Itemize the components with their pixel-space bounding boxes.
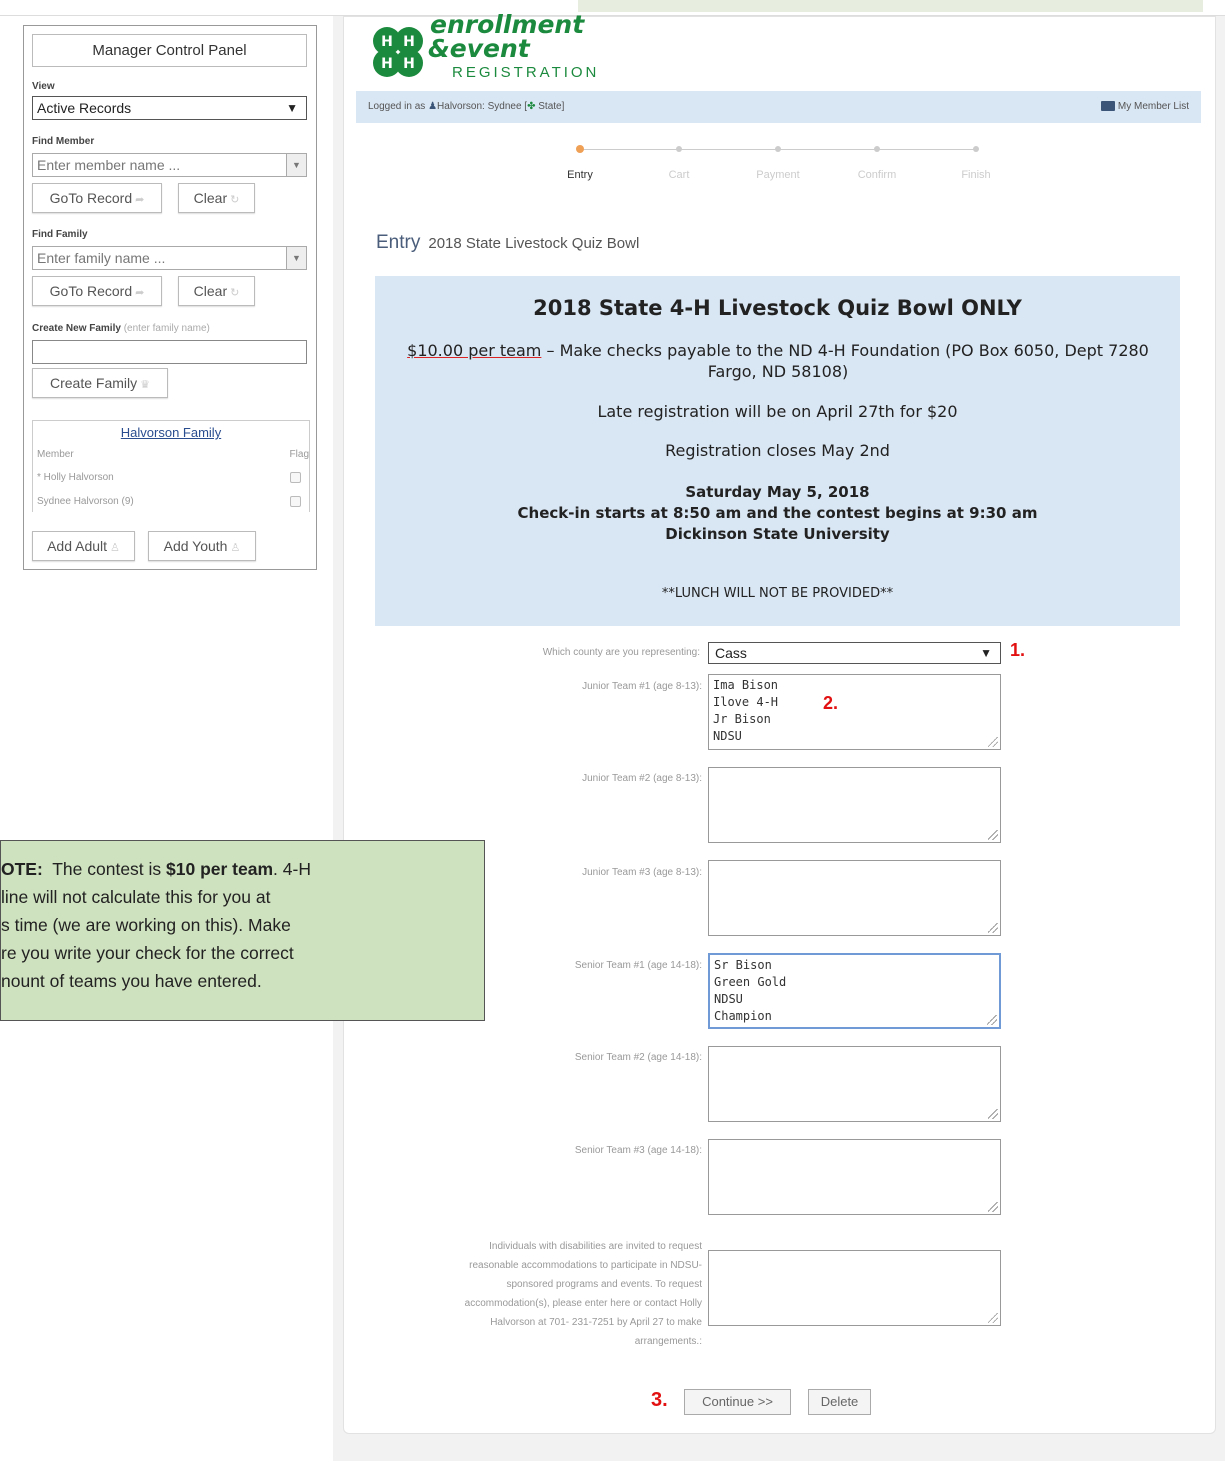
login-bar: Logged in as ♟Halvorson: Sydnee [✤ State… [356, 91, 1201, 123]
junior-team-2-textarea[interactable] [708, 767, 1001, 843]
clear-family-button[interactable]: Clear ↻ [178, 276, 255, 306]
senior-team-3-label: Senior Team #3 (age 14-18): [574, 1145, 702, 1156]
senior-team-1-textarea[interactable]: Sr Bison Green Gold NDSU Champion [708, 953, 1001, 1029]
find-family-label: Find Family [32, 229, 88, 240]
four-h-clover-icon: HH HH [373, 27, 423, 77]
my-member-list-link[interactable]: My Member List [1100, 91, 1189, 123]
late-registration: Late registration will be on April 27th … [597, 402, 958, 421]
progress-steps: Entry Cart Payment Confirm Finish [567, 145, 991, 189]
dropdown-arrow-icon: ▼ [980, 646, 992, 660]
lunch-notice: **LUNCH WILL NOT BE PROVIDED** [661, 586, 894, 601]
id-card-icon [1100, 101, 1115, 112]
create-family-input[interactable] [32, 340, 307, 364]
senior-team-1-label: Senior Team #1 (age 14-18): [574, 960, 702, 971]
registration-closes: Registration closes May 2nd [665, 441, 890, 460]
chevron-down-icon[interactable]: ▼ [286, 154, 306, 176]
annotation-2: 2. [823, 693, 839, 713]
view-label: View [32, 81, 55, 92]
person-icon: ♙ [230, 542, 241, 554]
manager-control-panel: Manager Control Panel View Active Record… [23, 25, 317, 570]
refresh-icon: ↻ [230, 287, 240, 299]
person-icon: ♙ [110, 542, 120, 554]
create-family-label: Create New Family (enter family name) [32, 323, 210, 334]
panel-title: Manager Control Panel [32, 34, 307, 67]
resize-handle-icon[interactable] [988, 830, 998, 840]
resize-handle-icon[interactable] [988, 1202, 998, 1212]
delete-button[interactable]: Delete [808, 1389, 871, 1415]
flag-checkbox[interactable] [290, 472, 301, 483]
step-cart: Cart [668, 169, 690, 181]
family-member-row[interactable]: * Holly Halvorson [37, 472, 309, 483]
svg-text:H: H [381, 56, 393, 72]
view-select[interactable]: Active Records ▼ [32, 96, 307, 120]
arrow-right-icon: ➦ [135, 194, 145, 206]
junior-team-3-label: Junior Team #3 (age 8-13): [582, 867, 702, 878]
family-title-link[interactable]: Halvorson Family [33, 425, 309, 440]
chevron-down-icon[interactable]: ▼ [286, 247, 306, 269]
junior-team-3-textarea[interactable] [708, 860, 1001, 936]
event-schedule: Saturday May 5, 2018 Check-in starts at 8… [517, 483, 1038, 543]
annotation-1: 1. [1010, 640, 1026, 660]
find-member-label: Find Member [32, 136, 95, 147]
logged-in-user: Halvorson: Sydnee [ [437, 101, 528, 112]
family-member-row[interactable]: Sydnee Halvorson (9) [37, 496, 309, 507]
family-box: Halvorson Family Member Flag * Holly Halv… [32, 420, 310, 512]
page-title: Entry 2018 State Livestock Quiz Bowl [376, 232, 640, 253]
accommodation-label: Individuals with disabilities are invite… [464, 1241, 702, 1347]
flag-checkbox[interactable] [290, 496, 301, 507]
svg-text:H: H [403, 34, 415, 50]
step-payment: Payment [756, 169, 800, 181]
resize-handle-icon[interactable] [988, 1109, 998, 1119]
add-adult-button[interactable]: Add Adult ♙ [32, 531, 135, 561]
logo: HH HH enrollment &event REGISTRATION [364, 10, 604, 88]
senior-team-2-label: Senior Team #2 (age 14-18): [574, 1052, 702, 1063]
event-name: 2018 State Livestock Quiz Bowl [428, 235, 640, 252]
county-select[interactable]: Cass ▼ [708, 642, 1001, 664]
top-strip [0, 0, 1225, 16]
find-member-input[interactable]: Enter member name ... ▼ [32, 153, 307, 177]
senior-team-2-textarea[interactable] [708, 1046, 1001, 1122]
family-icon: ♛ [140, 379, 150, 391]
resize-handle-icon[interactable] [988, 1313, 998, 1323]
junior-team-1-label: Junior Team #1 (age 8-13): [582, 681, 702, 692]
add-youth-button[interactable]: Add Youth ♙ [148, 531, 256, 561]
annotation-3: 3. [651, 1389, 668, 1411]
continue-button[interactable]: Continue >> [684, 1389, 791, 1415]
resize-handle-icon[interactable] [987, 1015, 997, 1025]
svg-text:H: H [381, 34, 393, 50]
svg-text:H: H [403, 56, 415, 72]
step-finish: Finish [961, 169, 991, 181]
create-family-button[interactable]: Create Family ♛ [32, 368, 168, 398]
find-family-input[interactable]: Enter family name ... ▼ [32, 246, 307, 270]
goto-member-record-button[interactable]: GoTo Record ➦ [32, 183, 162, 213]
junior-team-2-label: Junior Team #2 (age 8-13): [582, 773, 702, 784]
header-accent-bar [578, 0, 1203, 12]
county-label: Which county are you representing: [542, 647, 700, 658]
event-title: 2018 State 4-H Livestock Quiz Bowl ONLY [533, 296, 1022, 320]
accommodation-textarea[interactable] [708, 1250, 1001, 1326]
goto-family-record-button[interactable]: GoTo Record ➦ [32, 276, 162, 306]
refresh-icon: ↻ [230, 194, 240, 206]
family-header-row: Member Flag [37, 449, 309, 460]
senior-team-3-textarea[interactable] [708, 1139, 1001, 1215]
resize-handle-icon[interactable] [988, 737, 998, 747]
step-confirm: Confirm [857, 169, 897, 181]
event-info-box: 2018 State 4-H Livestock Quiz Bowl ONLY … [375, 276, 1180, 626]
state-icon: ✤ [527, 101, 536, 112]
arrow-right-icon: ➦ [135, 287, 145, 299]
step-entry: Entry [567, 169, 593, 181]
resize-handle-icon[interactable] [988, 923, 998, 933]
dropdown-arrow-icon: ▼ [286, 101, 298, 115]
price-info: $10.00 per team – Make checks payable to… [407, 341, 1149, 381]
note-callout: OTE: The contest is $10 per team. 4-H li… [0, 840, 485, 1021]
user-icon: ♟ [428, 101, 438, 112]
clear-member-button[interactable]: Clear ↻ [178, 183, 255, 213]
junior-team-1-textarea[interactable]: Ima Bison Ilove 4-H Jr Bison NDSU [708, 674, 1001, 750]
